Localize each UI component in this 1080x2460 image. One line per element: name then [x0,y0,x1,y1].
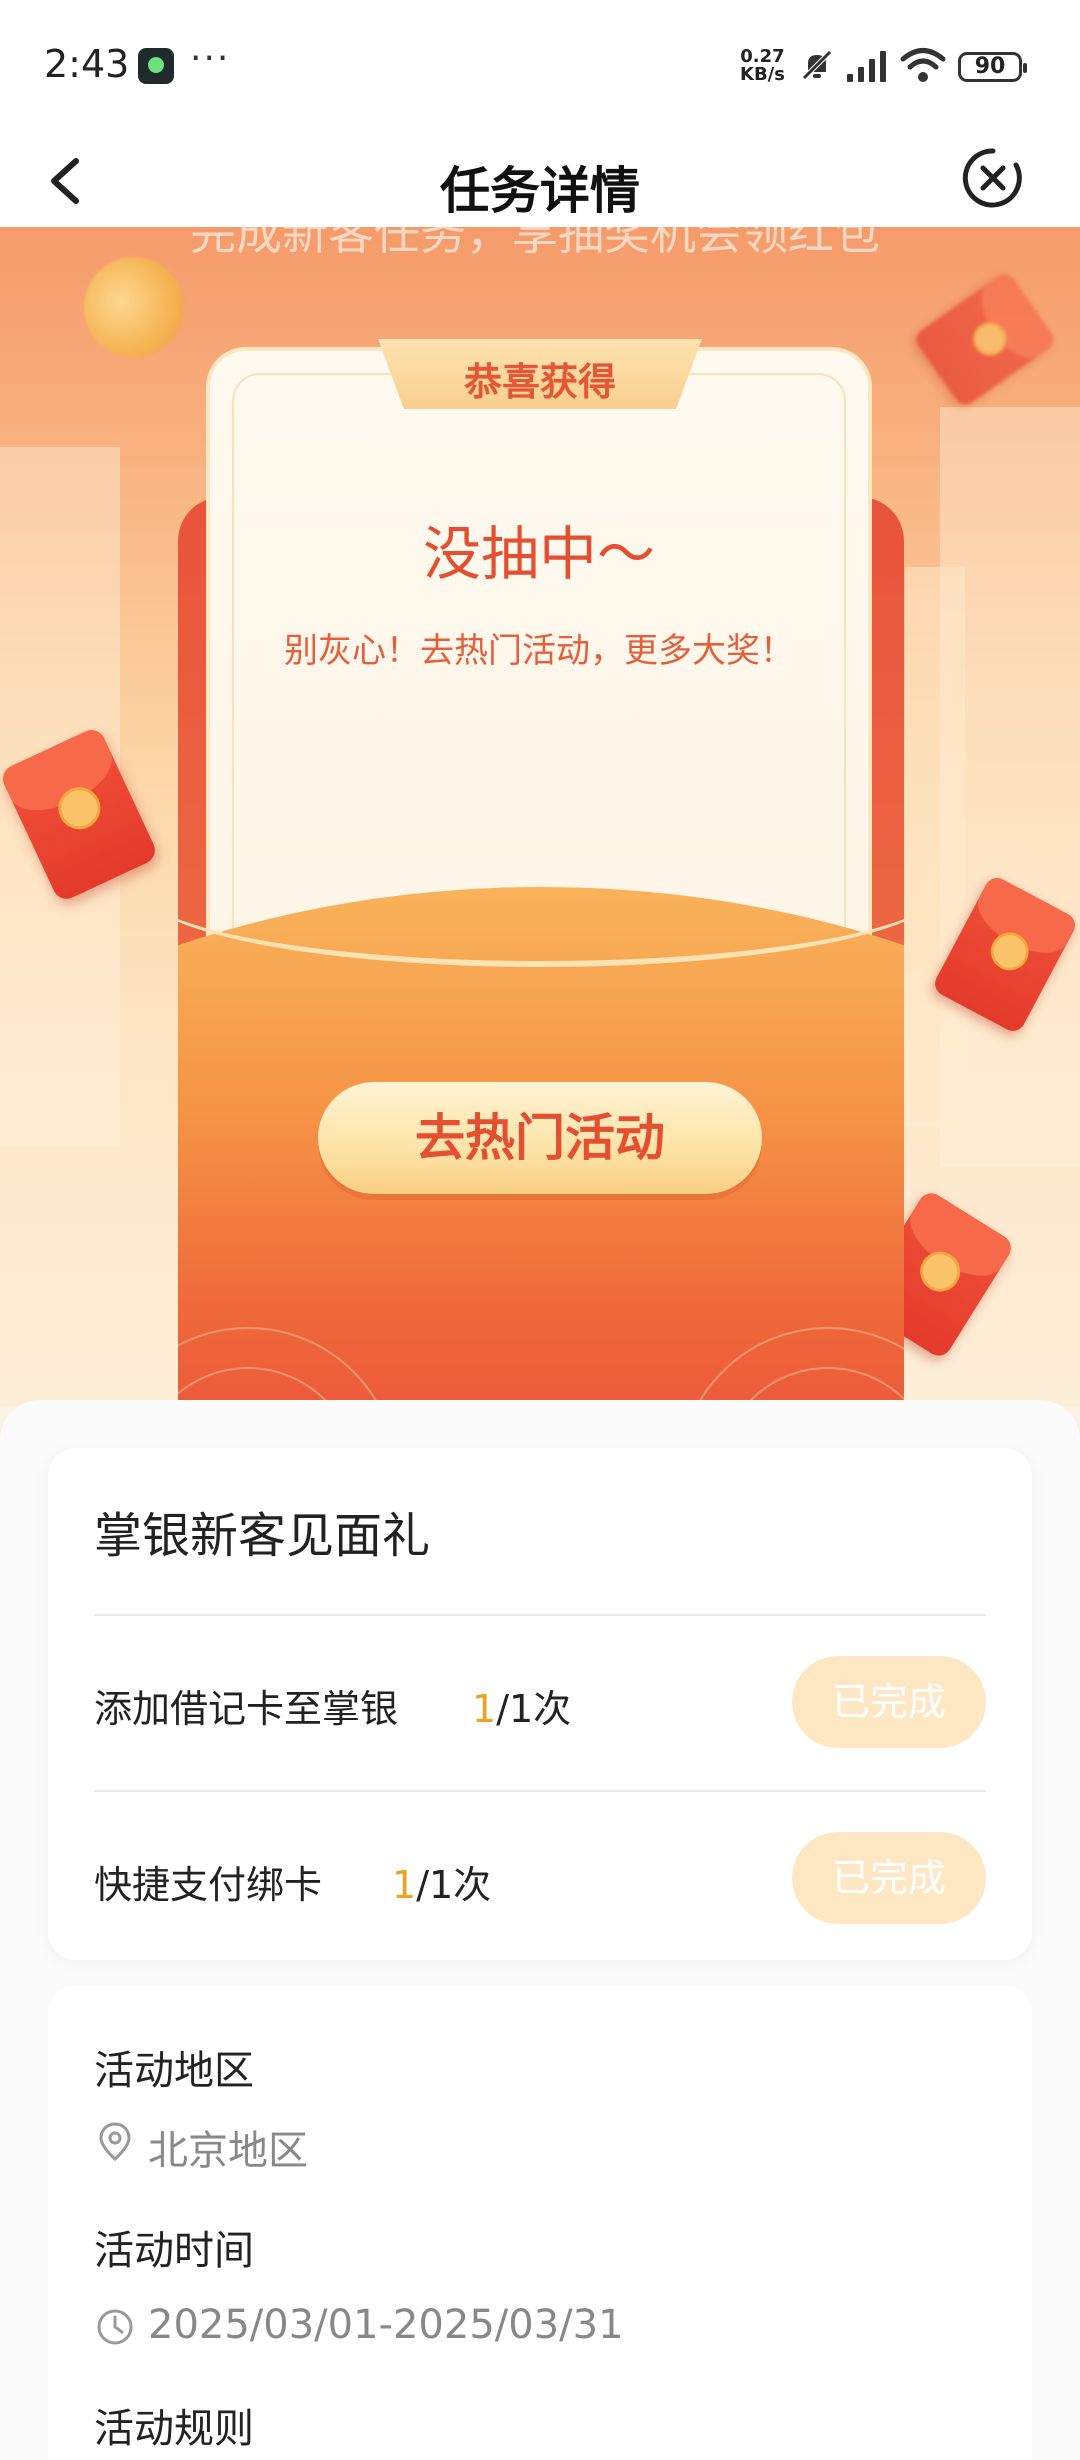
region-label: 活动地区 [94,2048,254,2094]
more-notifications-icon: ··· [190,38,231,79]
page-title: 任务详情 [440,162,640,220]
status-bar: 2:43 ··· 0.27 KB/s 90 [0,0,1080,135]
task-progress: 1/1次 [392,1854,491,1909]
task-row: 添加借记卡至掌银 1/1次 已完成 [94,1656,986,1748]
task-progress-count: 1 [392,1863,417,1907]
time-label: 活动时间 [94,2228,254,2274]
lottery-result-banner: 完成新客任务，享抽奖机会领红包 恭喜获得 没抽中～ 别灰心！去热门活动，更多大奖… [0,227,1080,1407]
task-progress-total: /1次 [496,1687,572,1731]
clock-icon [97,2309,133,2345]
network-speed: 0.27 KB/s [740,48,785,84]
close-circle-icon [962,148,1022,208]
congrats-ribbon-label: 恭喜获得 [463,360,616,404]
nav-header: 任务详情 [0,135,1080,227]
divider [94,1614,986,1616]
network-speed-unit: KB/s [740,64,785,85]
task-card-title: 掌银新客见面礼 [94,1508,431,1564]
banner-faded-title: 完成新客任务，享抽奖机会领红包 [190,227,880,260]
region-value: 北京地区 [148,2128,308,2174]
activity-info-card: 活动地区 北京地区 活动时间 2025/03/01-2025/03/31 活动规… [48,1986,1032,2460]
task-progress-total: /1次 [416,1863,492,1907]
music-app-icon [138,48,174,84]
rules-label: 活动规则 [94,2406,254,2452]
task-name: 添加借记卡至掌银 [94,1687,399,1731]
task-card: 掌银新客见面礼 添加借记卡至掌银 1/1次 已完成 快捷支付绑卡 1/1次 已完… [48,1448,1032,1960]
task-name: 快捷支付绑卡 [94,1863,323,1907]
close-button[interactable] [958,143,1028,213]
gold-coin-decoration [69,242,199,372]
task-progress-count: 1 [472,1687,497,1731]
signal-icon [847,51,886,82]
wifi-icon [900,48,946,82]
red-packet-decoration [912,270,1058,409]
mute-icon [802,50,832,80]
divider [94,1790,986,1792]
task-completed-button[interactable]: 已完成 [792,1832,986,1924]
result-subtitle: 别灰心！去热门活动，更多大奖！ [284,631,794,671]
location-pin-icon [99,2122,131,2161]
task-completed-button[interactable]: 已完成 [792,1656,986,1748]
result-title: 没抽中～ [422,520,655,588]
task-row: 快捷支付绑卡 1/1次 已完成 [94,1832,986,1924]
time-value: 2025/03/01-2025/03/31 [148,2302,624,2348]
task-progress: 1/1次 [472,1678,571,1733]
battery-indicator: 90 [958,52,1027,82]
status-time: 2:43 [44,42,130,86]
go-hot-activities-button[interactable]: 去热门活动 [318,1082,762,1194]
building-decoration-right-inner [905,567,965,1127]
